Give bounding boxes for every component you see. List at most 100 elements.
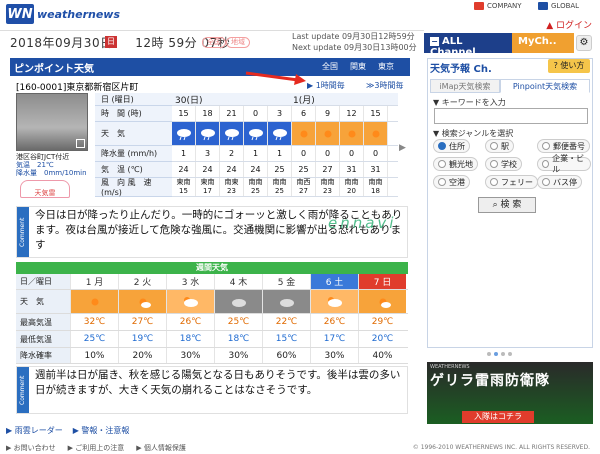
temp-cell: 25	[268, 162, 292, 177]
my-channel-label: MyCh..	[518, 36, 557, 47]
radio-icon	[542, 160, 550, 168]
keyword-input[interactable]	[434, 108, 588, 124]
radio-icon	[438, 178, 446, 186]
comment-tab: Comment	[17, 207, 29, 257]
hourly-row: 24 24 24 24 25 25 27 31 31	[172, 162, 398, 178]
how-to-use-button[interactable]: ? 使い方	[548, 59, 590, 73]
temp-cell: 25	[292, 162, 316, 177]
expand-icon[interactable]	[76, 139, 85, 148]
flag-icon	[474, 2, 484, 10]
tab-pinpoint-search[interactable]: Pinpoint天気検索	[500, 79, 590, 93]
weekly-high: 26℃	[310, 314, 358, 330]
copyright: © 1996-2010 WEATHERNEWS INC. ALL RIGHTS …	[412, 444, 590, 451]
hour-cell: 21	[220, 106, 244, 121]
radio-icon	[490, 160, 498, 168]
cloud-icon	[214, 290, 262, 313]
genre-option[interactable]: フェリー	[485, 175, 538, 189]
sun-icon	[364, 122, 388, 145]
genre-option[interactable]: 学校	[485, 157, 522, 171]
genre-option[interactable]: 企業・ビル	[537, 154, 591, 174]
precip-cell: 0	[292, 146, 316, 161]
wind-speed: 23	[227, 187, 236, 195]
temp-cell: 24	[172, 162, 196, 177]
search-button[interactable]: ⌕ 検 索	[478, 197, 536, 213]
radio-icon	[438, 142, 446, 150]
carousel-dots[interactable]	[487, 352, 512, 356]
genre-option[interactable]: 住所	[433, 139, 470, 153]
region-pill-1[interactable]: 全国	[202, 37, 226, 48]
global-link-label: GLOBAL	[551, 2, 580, 10]
privacy-link[interactable]: ▶ 個人情報保護	[136, 443, 186, 453]
weekly-comment-box: Comment 週前半は日が届き、秋を感じる陽気となる日もありそうです。後半は雲…	[16, 366, 408, 414]
crumb-tokyo[interactable]: 東京	[378, 61, 394, 72]
hourly-1h-link[interactable]: ▶ 1時間毎	[307, 80, 345, 91]
temp-cell: 31	[364, 162, 388, 177]
weekly-high: 26℃	[166, 314, 214, 330]
weekly-precip: 10%	[70, 348, 118, 363]
genre-option[interactable]: 郵便番号	[537, 139, 590, 153]
hourly-label: 降水量 (mm/h)	[95, 146, 172, 162]
hour-cell: 0	[244, 106, 268, 121]
crumb-kanto[interactable]: 関東	[350, 61, 366, 72]
hourly-3h-link[interactable]: ≫3時間毎	[366, 80, 403, 91]
live-camera-image[interactable]	[16, 93, 88, 151]
wind-speed: 20	[347, 187, 356, 195]
hourly-row	[172, 122, 398, 146]
sun-icon	[316, 122, 340, 145]
wind-speed: 18	[371, 187, 380, 195]
weekly-comment-text: 週前半は日が届き、秋を感じる陽気となる日もありそうです。後半は雲の多い日が続きま…	[35, 369, 401, 396]
ad-join-button[interactable]: 入隊はコチラ	[462, 411, 534, 423]
gear-icon[interactable]: ⚙	[576, 35, 592, 51]
crumb-zenkoku[interactable]: 全国	[322, 61, 338, 72]
radar-link[interactable]: ▶ 雨雲レーダー	[6, 425, 63, 436]
next-arrow-icon[interactable]: ▶	[399, 143, 407, 159]
weekly-low: 15℃	[262, 331, 310, 347]
login-label: ログイン	[555, 21, 592, 31]
logo-mark: WN	[6, 4, 34, 24]
contact-link[interactable]: ▶ お問い合わせ	[6, 443, 56, 453]
sun-icon	[292, 122, 316, 145]
genre-options: 住所 駅 郵便番号観光地 学校 企業・ビル空港 フェリー バス停	[433, 139, 591, 193]
wind-speed: 25	[251, 187, 260, 195]
terms-link[interactable]: ▶ ご利用上の注意	[68, 443, 125, 453]
my-channel-tab[interactable]: MyCh..	[512, 33, 574, 53]
current-date: 2018年09月30日 12時 59分 07秒	[10, 34, 230, 51]
genre-option[interactable]: バス停	[537, 175, 582, 189]
weekly-row: 最高気温 32℃ 27℃ 26℃ 25℃ 22℃ 26℃ 29℃	[16, 314, 408, 331]
lock-icon: ▲	[546, 21, 554, 31]
wind-cell: 南南 23	[316, 178, 340, 196]
hour-cell: 3	[268, 106, 292, 121]
genre-option[interactable]: 駅	[485, 139, 514, 153]
warning-link[interactable]: ▶ 警報・注意報	[73, 425, 130, 436]
hourly-day-label: 30(日)	[175, 95, 203, 106]
hourly-labels: 日 (曜日) 時 間 (時) 天 気降水量 (mm/h) 気 温 (℃) 風 向 風 速…	[95, 93, 172, 197]
watermark: ennavi	[328, 214, 397, 232]
camera-rain: 降水量 0mm/10min	[16, 169, 87, 177]
temp-cell: 31	[340, 162, 364, 177]
genre-option[interactable]: 観光地	[433, 157, 478, 171]
weekly-high: 22℃	[262, 314, 310, 330]
tab-imap-search[interactable]: iMap天気検索	[430, 79, 500, 93]
wind-cell: 南南 25	[268, 178, 292, 196]
company-link[interactable]: COMPANY	[474, 2, 522, 10]
weekly-low: 17℃	[310, 331, 358, 347]
weathernews-logo[interactable]: WN weathernews	[6, 4, 120, 24]
radio-icon	[438, 160, 446, 168]
region-pill-2[interactable]: 地域	[226, 37, 250, 48]
weekly-day: 3 水	[166, 274, 214, 289]
rain-icon	[196, 122, 220, 145]
cloud-icon	[310, 290, 358, 313]
cloud-icon	[166, 290, 214, 313]
global-link[interactable]: GLOBAL	[538, 2, 579, 10]
last-update: Last update 09月30日12時59分	[292, 32, 415, 41]
temp-cell: 27	[316, 162, 340, 177]
weekly-row: 天 気	[16, 290, 408, 314]
step3-label: 3時間毎	[374, 81, 404, 90]
wind-cell: 東南 17	[196, 178, 220, 196]
genre-option[interactable]: 空港	[433, 175, 470, 189]
pinpoint-title: ピンポイント天気	[14, 64, 94, 75]
login-link[interactable]: ▲ ログイン	[546, 18, 592, 31]
sunset-badge[interactable]: 天気雷	[20, 180, 70, 198]
all-channel-tab[interactable]: − ALL Channel	[424, 33, 512, 58]
weekly-low: 18℃	[166, 331, 214, 347]
